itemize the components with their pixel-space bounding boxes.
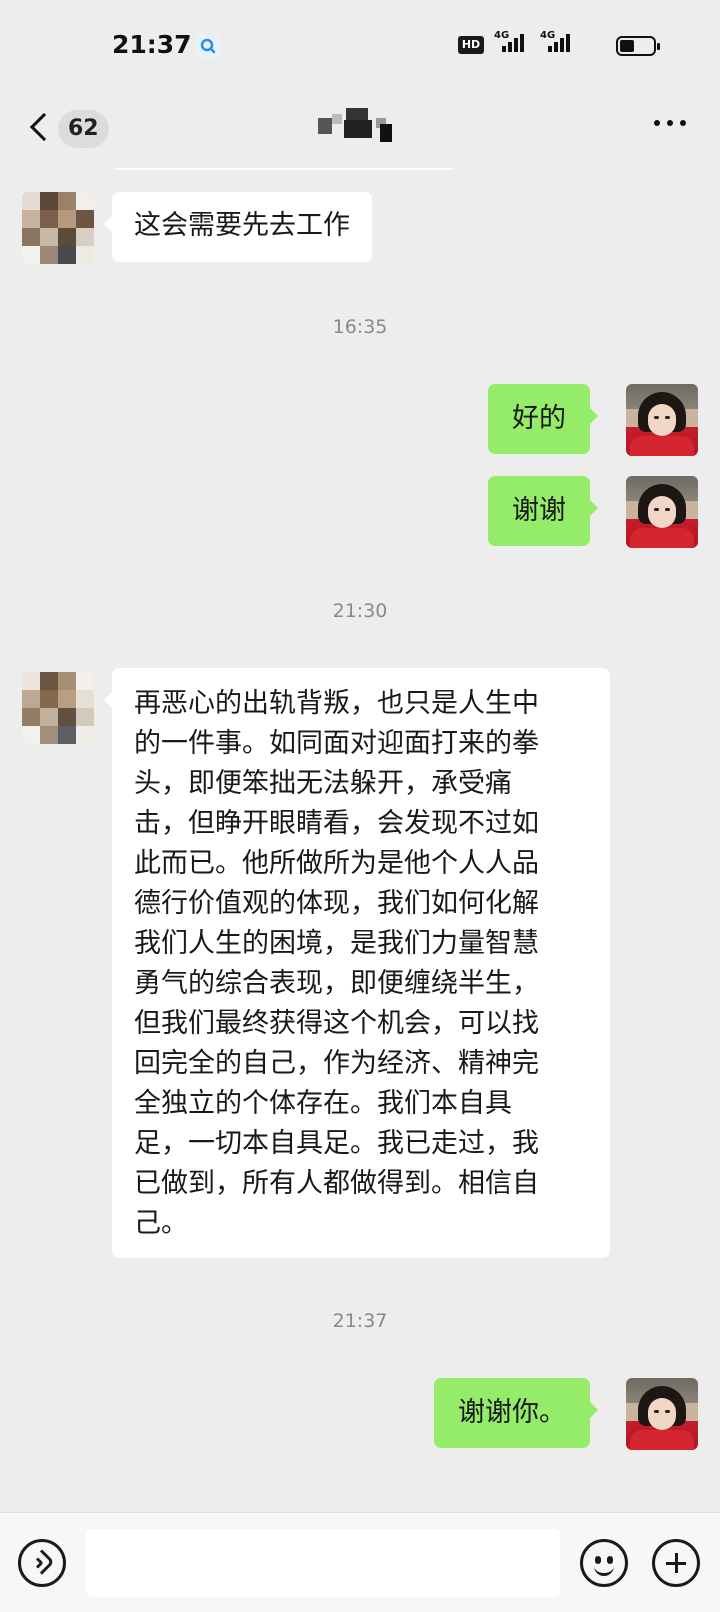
message-bubble-partial bbox=[112, 168, 456, 170]
unread-count-badge: 62 bbox=[58, 110, 109, 148]
back-button[interactable]: 62 bbox=[22, 104, 112, 154]
emoji-icon bbox=[595, 1556, 601, 1564]
chevron-left-icon bbox=[29, 112, 59, 142]
contact-avatar[interactable] bbox=[22, 192, 94, 264]
signal-icon: 4G bbox=[494, 30, 524, 52]
message-bubble-incoming[interactable]: 这会需要先去工作 bbox=[104, 192, 372, 262]
voice-button[interactable] bbox=[18, 1539, 66, 1587]
chat-header: 62 bbox=[0, 90, 720, 168]
more-button[interactable] bbox=[654, 120, 688, 130]
chat-message-list[interactable]: 这会需要先去工作 16:35 好的 谢谢 21:30 再恶心的出轨背叛，也只是人… bbox=[0, 168, 720, 1512]
message-bubble-outgoing[interactable]: 谢谢你。 bbox=[434, 1378, 598, 1448]
chat-title-obscured bbox=[318, 108, 402, 142]
self-avatar[interactable] bbox=[626, 476, 698, 548]
signal-icon: 4G bbox=[540, 30, 570, 52]
battery-icon bbox=[616, 36, 660, 56]
message-text: 这会需要先去工作 bbox=[134, 210, 350, 241]
status-bar: 21:37 HD 4G 4G bbox=[0, 0, 720, 90]
emoji-button[interactable] bbox=[580, 1539, 628, 1587]
more-dots-icon bbox=[654, 120, 660, 126]
message-text: 再恶心的出轨背叛，也只是人生中 的一件事。如同面对迎面打来的拳 头，即便笨拙无法… bbox=[134, 688, 539, 1239]
self-avatar[interactable] bbox=[626, 384, 698, 456]
message-text: 谢谢你。 bbox=[458, 1397, 566, 1428]
plus-button[interactable] bbox=[652, 1539, 700, 1587]
hd-badge: HD bbox=[458, 36, 484, 54]
contact-avatar[interactable] bbox=[22, 672, 94, 744]
message-input[interactable] bbox=[86, 1529, 560, 1597]
input-bar bbox=[0, 1512, 720, 1612]
self-avatar[interactable] bbox=[626, 1378, 698, 1450]
message-text: 谢谢 bbox=[512, 495, 566, 526]
timestamp: 16:35 bbox=[332, 316, 388, 338]
message-bubble-incoming[interactable]: 再恶心的出轨背叛，也只是人生中 的一件事。如同面对迎面打来的拳 头，即便笨拙无法… bbox=[104, 668, 610, 1258]
message-text: 好的 bbox=[512, 403, 566, 434]
status-time: 21:37 bbox=[112, 30, 192, 59]
message-bubble-outgoing[interactable]: 好的 bbox=[488, 384, 598, 454]
timestamp: 21:37 bbox=[332, 1310, 388, 1332]
search-icon bbox=[196, 34, 220, 58]
message-bubble-outgoing[interactable]: 谢谢 bbox=[488, 476, 598, 546]
timestamp: 21:30 bbox=[332, 600, 388, 622]
